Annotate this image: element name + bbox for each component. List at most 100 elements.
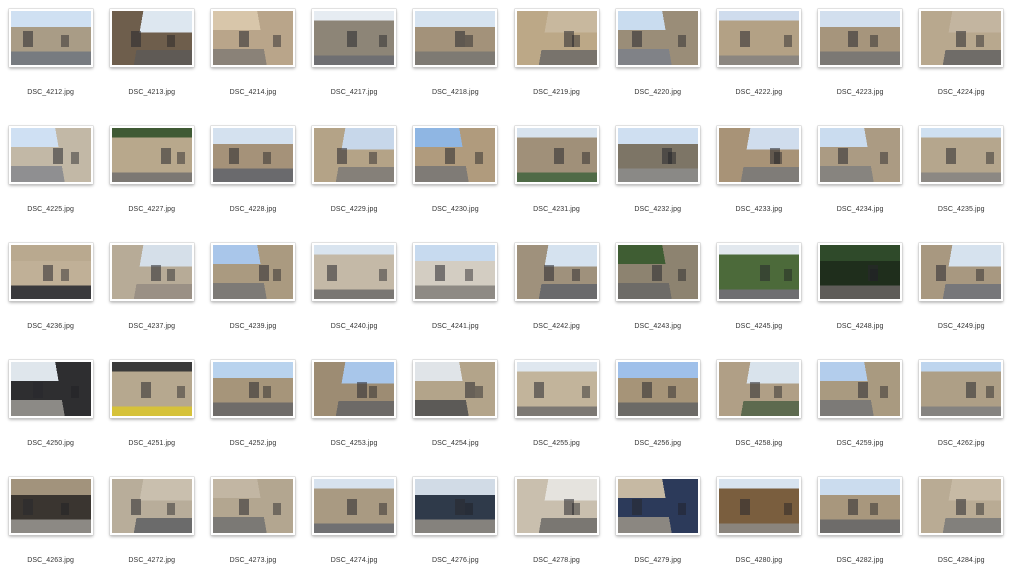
- thumbnail-frame[interactable]: [615, 243, 700, 301]
- file-item[interactable]: DSC_4225.jpg: [0, 117, 101, 234]
- photo-thumbnail[interactable]: [617, 479, 698, 533]
- thumbnail-frame[interactable]: [210, 9, 295, 67]
- file-item[interactable]: DSC_4212.jpg: [0, 0, 101, 117]
- photo-thumbnail[interactable]: [921, 245, 1002, 299]
- file-name-label[interactable]: DSC_4237.jpg: [128, 323, 175, 330]
- photo-thumbnail[interactable]: [415, 11, 496, 65]
- thumbnail-frame[interactable]: [615, 360, 700, 418]
- file-item[interactable]: DSC_4232.jpg: [607, 117, 708, 234]
- file-name-label[interactable]: DSC_4240.jpg: [331, 323, 378, 330]
- file-name-label[interactable]: DSC_4245.jpg: [736, 323, 783, 330]
- photo-thumbnail[interactable]: [617, 11, 698, 65]
- photo-thumbnail[interactable]: [820, 245, 901, 299]
- thumbnail-frame[interactable]: [818, 243, 903, 301]
- file-item[interactable]: DSC_4217.jpg: [304, 0, 405, 117]
- file-name-label[interactable]: DSC_4250.jpg: [27, 440, 74, 447]
- file-item[interactable]: DSC_4253.jpg: [304, 351, 405, 468]
- photo-thumbnail[interactable]: [921, 362, 1002, 416]
- photo-thumbnail[interactable]: [111, 128, 192, 182]
- photo-thumbnail[interactable]: [111, 11, 192, 65]
- photo-thumbnail[interactable]: [516, 479, 597, 533]
- thumbnail-frame[interactable]: [818, 126, 903, 184]
- file-name-label[interactable]: DSC_4232.jpg: [634, 206, 681, 213]
- photo-thumbnail[interactable]: [820, 11, 901, 65]
- file-item[interactable]: DSC_4219.jpg: [506, 0, 607, 117]
- file-item[interactable]: DSC_4245.jpg: [708, 234, 809, 351]
- file-name-label[interactable]: DSC_4241.jpg: [432, 323, 479, 330]
- photo-thumbnail[interactable]: [718, 11, 799, 65]
- file-item[interactable]: DSC_4249.jpg: [911, 234, 1012, 351]
- file-name-label[interactable]: DSC_4239.jpg: [230, 323, 277, 330]
- photo-thumbnail[interactable]: [314, 245, 395, 299]
- file-name-label[interactable]: DSC_4228.jpg: [230, 206, 277, 213]
- file-name-label[interactable]: DSC_4235.jpg: [938, 206, 985, 213]
- file-name-label[interactable]: DSC_4243.jpg: [634, 323, 681, 330]
- thumbnail-frame[interactable]: [109, 126, 194, 184]
- file-item[interactable]: DSC_4220.jpg: [607, 0, 708, 117]
- file-item[interactable]: DSC_4236.jpg: [0, 234, 101, 351]
- file-name-label[interactable]: DSC_4263.jpg: [27, 557, 74, 564]
- photo-thumbnail[interactable]: [516, 245, 597, 299]
- file-name-label[interactable]: DSC_4280.jpg: [736, 557, 783, 564]
- file-name-label[interactable]: DSC_4252.jpg: [230, 440, 277, 447]
- file-name-label[interactable]: DSC_4222.jpg: [736, 89, 783, 96]
- thumbnail-frame[interactable]: [615, 477, 700, 535]
- photo-thumbnail[interactable]: [314, 362, 395, 416]
- thumbnail-frame[interactable]: [818, 9, 903, 67]
- file-item[interactable]: DSC_4243.jpg: [607, 234, 708, 351]
- file-item[interactable]: DSC_4231.jpg: [506, 117, 607, 234]
- thumbnail-frame[interactable]: [919, 477, 1004, 535]
- file-item[interactable]: DSC_4262.jpg: [911, 351, 1012, 468]
- photo-thumbnail[interactable]: [10, 245, 91, 299]
- thumbnail-frame[interactable]: [716, 126, 801, 184]
- file-name-label[interactable]: DSC_4282.jpg: [837, 557, 884, 564]
- thumbnail-frame[interactable]: [919, 126, 1004, 184]
- thumbnail-frame[interactable]: [514, 9, 599, 67]
- thumbnail-frame[interactable]: [615, 9, 700, 67]
- file-item[interactable]: DSC_4222.jpg: [708, 0, 809, 117]
- photo-thumbnail[interactable]: [617, 245, 698, 299]
- file-name-label[interactable]: DSC_4249.jpg: [938, 323, 985, 330]
- thumbnail-frame[interactable]: [818, 477, 903, 535]
- photo-thumbnail[interactable]: [10, 479, 91, 533]
- file-item[interactable]: DSC_4255.jpg: [506, 351, 607, 468]
- thumbnail-frame[interactable]: [716, 9, 801, 67]
- file-item[interactable]: DSC_4223.jpg: [810, 0, 911, 117]
- file-item[interactable]: DSC_4263.jpg: [0, 468, 101, 585]
- file-name-label[interactable]: DSC_4253.jpg: [331, 440, 378, 447]
- file-name-label[interactable]: DSC_4212.jpg: [27, 89, 74, 96]
- photo-thumbnail[interactable]: [111, 362, 192, 416]
- file-item[interactable]: DSC_4254.jpg: [405, 351, 506, 468]
- file-item[interactable]: DSC_4250.jpg: [0, 351, 101, 468]
- file-name-label[interactable]: DSC_4274.jpg: [331, 557, 378, 564]
- photo-thumbnail[interactable]: [718, 362, 799, 416]
- file-item[interactable]: DSC_4259.jpg: [810, 351, 911, 468]
- thumbnail-frame[interactable]: [312, 9, 397, 67]
- photo-thumbnail[interactable]: [111, 245, 192, 299]
- file-item[interactable]: DSC_4241.jpg: [405, 234, 506, 351]
- photo-thumbnail[interactable]: [921, 479, 1002, 533]
- thumbnail-frame[interactable]: [312, 477, 397, 535]
- file-name-label[interactable]: DSC_4231.jpg: [533, 206, 580, 213]
- file-name-label[interactable]: DSC_4223.jpg: [837, 89, 884, 96]
- file-item[interactable]: DSC_4239.jpg: [202, 234, 303, 351]
- photo-thumbnail[interactable]: [617, 128, 698, 182]
- thumbnail-frame[interactable]: [109, 360, 194, 418]
- file-item[interactable]: DSC_4258.jpg: [708, 351, 809, 468]
- file-name-label[interactable]: DSC_4259.jpg: [837, 440, 884, 447]
- photo-thumbnail[interactable]: [10, 362, 91, 416]
- thumbnail-frame[interactable]: [312, 360, 397, 418]
- photo-thumbnail[interactable]: [415, 128, 496, 182]
- photo-thumbnail[interactable]: [921, 128, 1002, 182]
- file-name-label[interactable]: DSC_4262.jpg: [938, 440, 985, 447]
- thumbnail-frame[interactable]: [615, 126, 700, 184]
- file-name-label[interactable]: DSC_4256.jpg: [634, 440, 681, 447]
- file-name-label[interactable]: DSC_4234.jpg: [837, 206, 884, 213]
- file-item[interactable]: DSC_4274.jpg: [304, 468, 405, 585]
- thumbnail-frame[interactable]: [919, 9, 1004, 67]
- file-name-label[interactable]: DSC_4236.jpg: [27, 323, 74, 330]
- file-item[interactable]: DSC_4229.jpg: [304, 117, 405, 234]
- thumbnail-frame[interactable]: [210, 243, 295, 301]
- photo-thumbnail[interactable]: [617, 362, 698, 416]
- file-name-label[interactable]: DSC_4213.jpg: [128, 89, 175, 96]
